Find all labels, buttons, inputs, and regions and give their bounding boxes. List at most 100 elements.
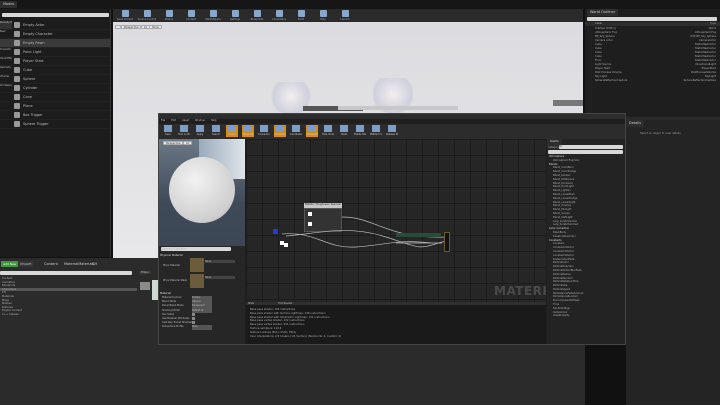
menu-item[interactable]: Asset bbox=[182, 119, 189, 122]
perspective-button[interactable]: Perspective bbox=[121, 25, 142, 29]
material-title-bar[interactable] bbox=[159, 114, 625, 119]
toolbar-button[interactable]: Build bbox=[293, 10, 309, 21]
folder-tree-item[interactable]: C++ Classes bbox=[0, 313, 137, 317]
preview-lit-button[interactable]: Lit bbox=[183, 141, 193, 145]
toolbar-icon bbox=[292, 125, 300, 132]
toolbar-button[interactable]: Settings bbox=[227, 10, 243, 21]
toolbar-button[interactable]: Play bbox=[315, 10, 331, 21]
phys-material-thumbnail[interactable] bbox=[190, 258, 204, 272]
phys-material-select[interactable]: None bbox=[205, 260, 235, 263]
main-toolbar: Save Current Source Control Modes Content Ma… bbox=[113, 9, 583, 22]
material-toolbar-button[interactable]: Hide Unrelated bbox=[322, 125, 334, 137]
place-item-label: Cone bbox=[23, 95, 32, 99]
preview-perspective-button[interactable]: Perspective bbox=[163, 141, 184, 145]
section-physical-material[interactable]: Physical Material bbox=[160, 253, 183, 257]
toolbar-label: Live Nodes bbox=[290, 133, 302, 136]
material-toolbar-button[interactable]: Platform Stats bbox=[370, 125, 382, 137]
show-button[interactable]: Show bbox=[149, 25, 162, 29]
import-button[interactable]: Import bbox=[18, 261, 34, 267]
menu-item[interactable]: Help bbox=[211, 119, 217, 122]
place-item[interactable]: Empty Actor bbox=[0, 21, 110, 30]
tab-find-results[interactable]: Find Results bbox=[278, 302, 292, 305]
toolbar-button[interactable]: Blueprints bbox=[249, 10, 265, 21]
material-toolbar-button[interactable]: Live Nodes bbox=[290, 125, 302, 137]
material-toolbar-button[interactable]: Live Preview bbox=[274, 125, 286, 137]
toolbar-icon bbox=[253, 10, 261, 17]
toolbar-icon bbox=[209, 10, 217, 17]
phys-mask-thumbnail[interactable] bbox=[190, 274, 204, 288]
material-toolbar-button[interactable]: Release Stats bbox=[386, 125, 398, 137]
tab-world-outliner[interactable]: World Outliner bbox=[587, 9, 619, 16]
type-header[interactable]: Type bbox=[710, 22, 716, 26]
toolbar-button[interactable]: Save Current bbox=[117, 10, 133, 21]
material-toolbar-button[interactable]: Connectors bbox=[258, 125, 270, 137]
details-search-input[interactable]: Search Details bbox=[161, 247, 231, 251]
prop-checkbox[interactable] bbox=[192, 316, 195, 320]
place-item[interactable]: Cube bbox=[0, 66, 110, 75]
outliner-row[interactable]: SphereReflectionCapture SphereReflectionC… bbox=[585, 79, 720, 83]
result-node[interactable] bbox=[444, 232, 450, 252]
tab-stats[interactable]: Stats bbox=[248, 302, 254, 305]
tab-details[interactable]: Details bbox=[626, 120, 645, 127]
toolbar-button[interactable]: Marketplace bbox=[205, 10, 221, 21]
palette-item[interactable]: ViewProperty bbox=[547, 314, 623, 318]
toolbar-icon bbox=[164, 125, 172, 132]
folder-search-input[interactable] bbox=[0, 271, 132, 275]
toolbar-button[interactable]: Source Control bbox=[138, 10, 156, 21]
material-node[interactable] bbox=[396, 233, 441, 237]
category-select[interactable]: All bbox=[559, 145, 623, 149]
place-item[interactable]: Plane bbox=[0, 102, 110, 111]
outliner-search-input[interactable] bbox=[587, 17, 717, 21]
search-classes-input[interactable] bbox=[2, 13, 109, 17]
material-toolbar-button[interactable]: Stats bbox=[338, 125, 350, 137]
material-graph[interactable]: Metallic / Roughness / Specular MATERIAL bbox=[246, 139, 565, 302]
label-header[interactable]: Label bbox=[595, 22, 602, 26]
menu-item[interactable]: Edit bbox=[171, 119, 176, 122]
tab-modes[interactable]: Modes bbox=[0, 1, 18, 8]
material-toolbar-button[interactable]: Search bbox=[210, 125, 222, 137]
section-material[interactable]: Material bbox=[160, 291, 171, 295]
prop-checkbox[interactable] bbox=[192, 321, 195, 325]
folder-icon[interactable] bbox=[140, 282, 150, 290]
palette-search-input[interactable] bbox=[548, 150, 623, 154]
phys-mask-select[interactable]: None bbox=[205, 276, 235, 279]
actor-icon bbox=[14, 103, 20, 109]
place-item[interactable]: Cylinder bbox=[0, 84, 110, 93]
path-content[interactable]: Content bbox=[44, 262, 58, 266]
actor-icon bbox=[14, 85, 20, 91]
filters-button[interactable]: Filters bbox=[139, 271, 151, 274]
place-item[interactable]: Cone bbox=[0, 93, 110, 102]
prop-select[interactable]: None bbox=[192, 325, 212, 330]
material-toolbar-button[interactable]: Apply bbox=[194, 125, 206, 137]
material-toolbar-button[interactable]: Find in CB bbox=[178, 125, 190, 137]
toolbar-button[interactable]: Launch bbox=[337, 10, 353, 21]
path-folder[interactable]: CH bbox=[92, 262, 97, 266]
material-toolbar-button[interactable]: Live Update bbox=[306, 125, 318, 137]
stats-panel: Stats Find Results Base pass shader: 104… bbox=[246, 302, 546, 344]
material-toolbar-button[interactable]: Home bbox=[226, 125, 238, 137]
place-item[interactable]: Sphere Trigger bbox=[0, 120, 110, 129]
toolbar-label: Mobile Stats bbox=[354, 133, 366, 136]
toolbar-button[interactable]: Content bbox=[183, 10, 199, 21]
toolbar-label: Connectors bbox=[258, 133, 270, 136]
place-item[interactable]: Empty Pawn bbox=[0, 39, 110, 48]
material-preview-viewport[interactable]: Perspective Lit bbox=[159, 139, 245, 246]
menu-item[interactable]: Window bbox=[195, 119, 205, 122]
path-folder[interactable]: MaterialMaterials bbox=[64, 262, 94, 266]
add-new-button[interactable]: Add New bbox=[1, 261, 19, 267]
place-item[interactable]: Box Trigger bbox=[0, 111, 110, 120]
place-item[interactable]: Player Start bbox=[0, 57, 110, 66]
place-item-label: Plane bbox=[23, 104, 33, 108]
toolbar-button[interactable]: Cinematics bbox=[271, 10, 287, 21]
place-item[interactable]: Sphere bbox=[0, 75, 110, 84]
place-item[interactable]: Point Light bbox=[0, 48, 110, 57]
prop-select[interactable]: Default Lit bbox=[192, 308, 212, 313]
toolbar-button[interactable]: Modes bbox=[161, 10, 177, 21]
menu-item[interactable]: File bbox=[161, 119, 165, 122]
material-toolbar-button[interactable]: Save bbox=[162, 125, 174, 137]
prop-checkbox[interactable] bbox=[192, 312, 195, 316]
place-item[interactable]: Empty Character bbox=[0, 30, 110, 39]
toolbar-icon bbox=[212, 125, 220, 132]
material-toolbar-button[interactable]: Mobile Stats bbox=[354, 125, 366, 137]
material-toolbar-button[interactable]: Clean Up bbox=[242, 125, 254, 137]
